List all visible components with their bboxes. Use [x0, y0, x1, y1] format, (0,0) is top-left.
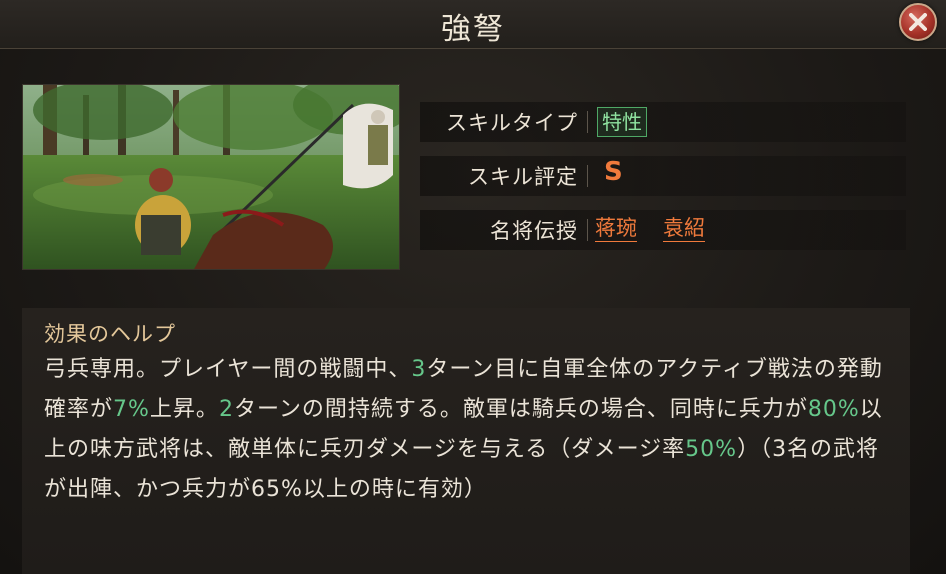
effect-help-text: 弓兵専用。プレイヤー間の戦闘中、3ターン目に自軍全体のアクティブ戦法の発動確率が… — [44, 350, 896, 510]
teaching-general-row: 名将伝授 蒋琬 袁紹 — [420, 210, 906, 250]
skill-type-badge: 特性 — [597, 107, 647, 137]
help-text-segment: 上昇。 — [149, 397, 219, 422]
skill-detail-dialog: 強弩 スキルタイプ 特性 スキル評定 S 名将伝授 蒋琬 袁紹 効果のヘルプ 弓… — [0, 0, 946, 574]
teaching-general-label: 名将伝授 — [490, 219, 578, 243]
row-divider — [587, 111, 588, 133]
title-bar: 強弩 — [0, 0, 946, 49]
highlight-value: 2 — [218, 397, 234, 422]
help-text-segment: 弓兵専用。プレイヤー間の戦闘中、 — [44, 357, 412, 382]
general-link[interactable]: 蒋琬 — [595, 215, 637, 242]
highlight-value: 50% — [685, 437, 738, 462]
row-divider — [587, 165, 588, 187]
highlight-value: 3 — [411, 357, 427, 382]
skill-rank-label: スキル評定 — [468, 165, 578, 189]
skill-rank-row: スキル評定 S — [420, 156, 906, 196]
close-icon — [909, 13, 927, 31]
highlight-value: 80% — [807, 397, 860, 422]
highlight-value: 7% — [113, 397, 150, 422]
skill-type-row: スキルタイプ 特性 — [420, 102, 906, 142]
effect-help-box: 効果のヘルプ 弓兵専用。プレイヤー間の戦闘中、3ターン目に自軍全体のアクティブ戦… — [22, 308, 910, 574]
help-text-segment: ターンの間持続する。敵軍は騎兵の場合、同時に兵力が — [233, 397, 808, 422]
close-button[interactable] — [899, 3, 937, 41]
dialog-title: 強弩 — [441, 12, 505, 47]
battle-scene-image — [22, 84, 400, 270]
row-divider — [587, 219, 588, 241]
skill-type-label: スキルタイプ — [446, 111, 578, 135]
effect-help-title: 効果のヘルプ — [44, 322, 176, 346]
general-link[interactable]: 袁紹 — [663, 215, 705, 242]
skill-rank-value: S — [604, 157, 623, 187]
